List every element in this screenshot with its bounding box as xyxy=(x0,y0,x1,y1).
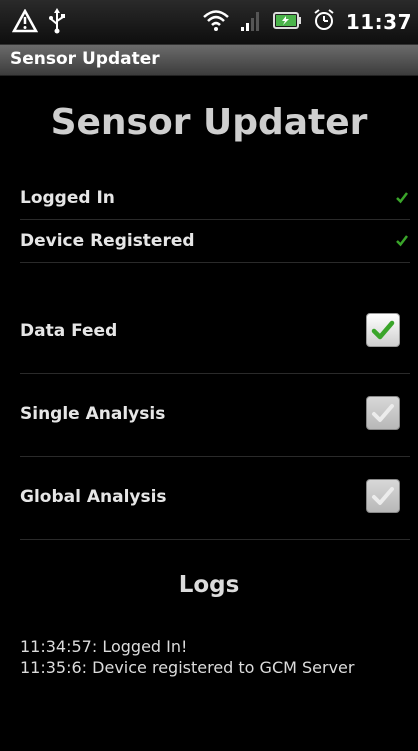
status-left-icons xyxy=(11,8,66,38)
main-content: Sensor Updater Logged In Device Register… xyxy=(0,76,418,751)
check-icon xyxy=(371,320,395,340)
status-time: 11:37 xyxy=(345,10,412,34)
toggle-row-data-feed[interactable]: Data Feed xyxy=(20,291,410,374)
battery-icon xyxy=(272,8,302,36)
check-icon xyxy=(394,232,410,248)
toggle-label: Global Analysis xyxy=(20,487,167,507)
log-list: 11:34:57: Logged In! 11:35:6: Device reg… xyxy=(20,636,410,678)
toggle-row-single-analysis[interactable]: Single Analysis xyxy=(20,374,410,457)
check-icon xyxy=(394,189,410,205)
toggle-row-global-analysis[interactable]: Global Analysis xyxy=(20,457,410,540)
page-title: Sensor Updater xyxy=(50,102,368,143)
status-row-device-registered: Device Registered xyxy=(20,220,410,263)
single-analysis-checkbox[interactable] xyxy=(366,396,400,430)
toggle-label: Single Analysis xyxy=(20,404,166,424)
status-row-logged-in: Logged In xyxy=(20,177,410,220)
status-bar: 11:37 xyxy=(0,0,418,45)
check-icon xyxy=(372,404,394,422)
warning-icon xyxy=(11,8,39,37)
signal-icon xyxy=(240,8,262,36)
data-feed-checkbox[interactable] xyxy=(366,313,400,347)
title-bar: Sensor Updater xyxy=(0,45,418,76)
alarm-icon xyxy=(312,8,336,36)
global-analysis-checkbox[interactable] xyxy=(366,479,400,513)
logs-title: Logs xyxy=(178,572,240,598)
check-icon xyxy=(372,487,394,505)
status-label: Device Registered xyxy=(20,231,195,251)
log-entry: 11:35:6: Device registered to GCM Server xyxy=(20,658,355,677)
toggle-label: Data Feed xyxy=(20,321,118,341)
status-label: Logged In xyxy=(20,188,115,208)
status-right-icons: 11:37 xyxy=(202,8,412,36)
wifi-icon xyxy=(202,8,230,36)
usb-icon xyxy=(48,8,66,38)
log-entry: 11:34:57: Logged In! xyxy=(20,637,188,656)
app-title: Sensor Updater xyxy=(10,49,160,69)
